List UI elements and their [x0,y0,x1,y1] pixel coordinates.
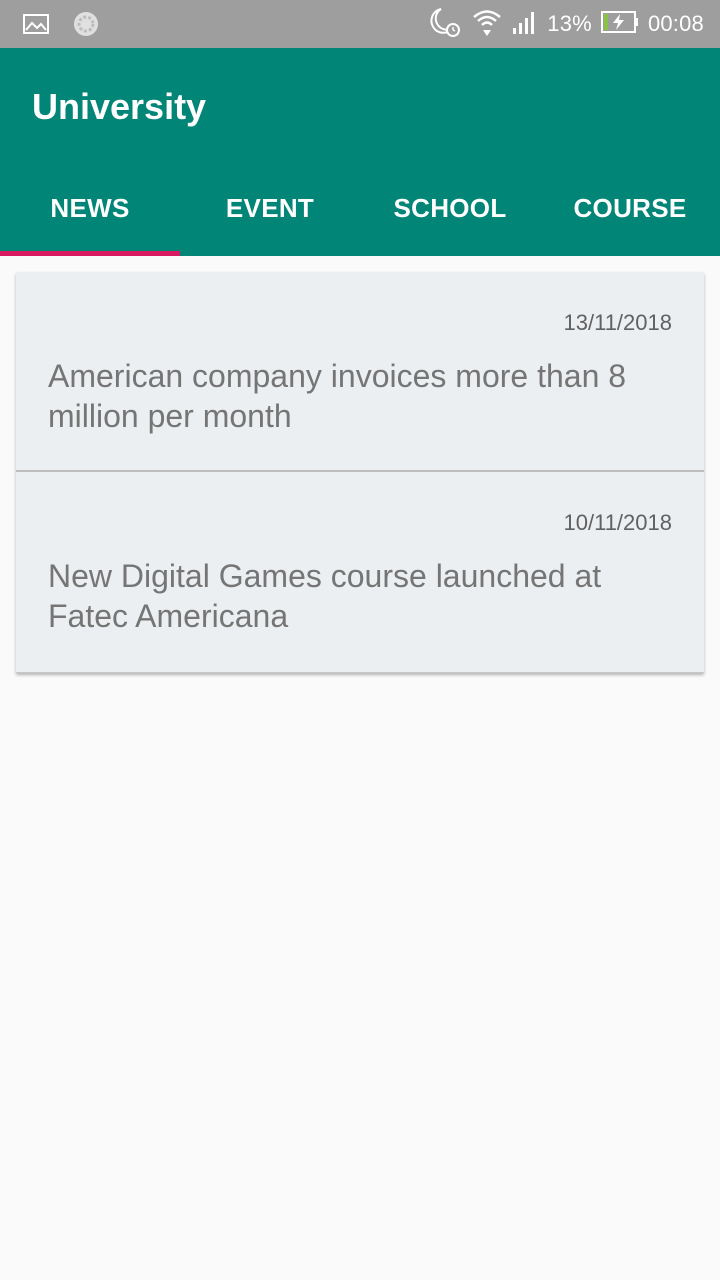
news-list: 13/11/2018 American company invoices mor… [16,272,704,673]
wifi-icon [471,6,503,43]
news-date: 13/11/2018 [563,310,672,335]
app-title: University [32,86,207,127]
tab-course[interactable]: COURSE [540,160,720,256]
sync-icon [72,10,100,43]
app-bar: University NEWS EVENT SCHOOL COURSE [0,48,720,256]
battery-percent: 13% [547,11,592,36]
status-bar: 13% 00:08 [0,0,720,48]
battery-charging-icon [600,9,640,40]
tab-school[interactable]: SCHOOL [360,160,540,256]
news-card[interactable]: 13/11/2018 American company invoices mor… [16,272,704,472]
news-card[interactable]: 10/11/2018 New Digital Games course laun… [16,472,704,673]
signal-icon [511,8,539,41]
clock: 00:08 [647,11,704,36]
tab-event[interactable]: EVENT [180,160,360,256]
news-title: American company invoices more than 8 mi… [48,358,627,434]
image-icon [22,12,50,41]
news-date: 10/11/2018 [563,510,672,535]
tab-news[interactable]: NEWS [0,160,180,256]
status-bar-system: 13% 00:08 [419,6,704,43]
tab-bar: NEWS EVENT SCHOOL COURSE [0,160,720,256]
news-title: New Digital Games course launched at Fat… [48,558,602,634]
status-bar-notifications [22,10,100,43]
moon-alarm-icon [427,6,463,43]
